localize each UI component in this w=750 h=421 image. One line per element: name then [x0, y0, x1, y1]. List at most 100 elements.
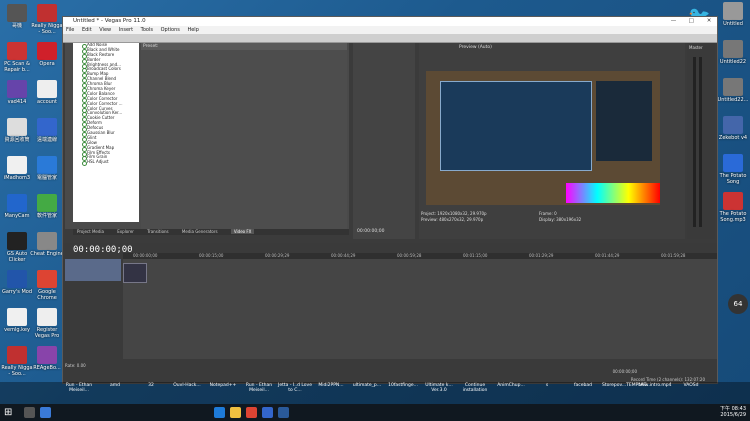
- desktop-icon[interactable]: Cheat Engine: [30, 232, 64, 257]
- app-icon: [7, 194, 27, 212]
- desktop-icon[interactable]: Opera: [30, 42, 64, 67]
- start-icon[interactable]: ⊞: [4, 407, 15, 418]
- store-icon[interactable]: [262, 407, 273, 418]
- ruler-tick: 00:00:15;00: [199, 253, 224, 258]
- chrome-icon[interactable]: [246, 407, 257, 418]
- app-icon: [7, 308, 27, 326]
- desktop-icon[interactable]: Google Chrome: [30, 270, 64, 301]
- edge-icon[interactable]: [214, 407, 225, 418]
- desktop-icon-label: Garry's Mod: [1, 289, 33, 295]
- title-bar: Untitled * - Vegas Pro 11.0 — □ ✕: [63, 17, 717, 26]
- desktop-icon-label: PC Scan & Repair b...: [4, 61, 30, 73]
- desktop-icon-label: Really Nigga - Soo...: [31, 23, 63, 35]
- desktop-icon[interactable]: 電腦管家: [30, 156, 64, 181]
- desktop-icon[interactable]: Zekebot v4: [716, 116, 750, 141]
- menu-tools[interactable]: Tools: [141, 27, 153, 33]
- tab-explorer[interactable]: Explorer: [117, 229, 134, 234]
- desktop-icon[interactable]: 哥機: [0, 4, 34, 29]
- desktop-icon[interactable]: 資源回收筒: [0, 118, 34, 143]
- thumb-item[interactable]: s: [530, 383, 564, 388]
- thumb-item[interactable]: amd: [98, 383, 132, 388]
- menu-help[interactable]: Help: [187, 27, 198, 33]
- menu-view[interactable]: View: [99, 27, 111, 33]
- clock-date: 2015/6/29: [720, 412, 746, 418]
- thumb-item[interactable]: Notepad++: [206, 383, 240, 388]
- menu-insert[interactable]: Insert: [119, 27, 133, 33]
- desktop-icon[interactable]: The Potato Song.mp3: [716, 192, 750, 223]
- desktop-icon[interactable]: PC Scan & Repair b...: [0, 42, 34, 73]
- desktop-icon[interactable]: 軟件管家: [30, 194, 64, 219]
- desktop-icon[interactable]: vemlg.key: [0, 308, 34, 333]
- thumb-item[interactable]: 32: [134, 383, 168, 388]
- thumb-item[interactable]: Run - Ethan Meiseil...: [242, 383, 276, 393]
- menu-bar: File Edit View Insert Tools Options Help: [63, 26, 717, 34]
- desktop-icon[interactable]: account: [30, 80, 64, 105]
- thumb-item[interactable]: Run - Ethan Meiseil...: [62, 383, 96, 393]
- desktop-icon[interactable]: iMadhom3: [0, 156, 34, 181]
- thumb-item[interactable]: ultimate_p...: [350, 383, 384, 388]
- thumb-item[interactable]: Midi2PPN...: [314, 383, 348, 388]
- tab-project-media[interactable]: Project Media: [77, 229, 104, 234]
- thumb-item[interactable]: Jetta - I..d Love to C...: [278, 383, 312, 393]
- desktop-icon-label: 軟件管家: [36, 213, 57, 219]
- tab-transitions[interactable]: Transitions: [147, 229, 168, 234]
- video-track-header[interactable]: [65, 259, 121, 281]
- desktop-icon[interactable]: Untitled: [716, 2, 750, 27]
- track-area[interactable]: [123, 259, 717, 359]
- minimize-button[interactable]: —: [666, 17, 682, 26]
- preview-quality[interactable]: Preview (Auto): [459, 45, 492, 50]
- desktop-icon[interactable]: Untitled22: [716, 40, 750, 65]
- desktop-icon[interactable]: Garry's Mod: [0, 270, 34, 295]
- app-icon: [37, 4, 57, 22]
- window-title: Untitled * - Vegas Pro 11.0: [73, 18, 146, 24]
- desktop-icon-label: iMadhom3: [3, 175, 31, 181]
- desktop-icon[interactable]: Register Vegas Pro: [30, 308, 64, 339]
- ruler-tick: 00:01:59;28: [661, 253, 686, 258]
- desktop-thumb-strip: Run - Ethan Meiseil... amd 32 Ouvl-Hack... N…: [0, 382, 750, 404]
- thumb-item[interactable]: VAOSd: [674, 383, 708, 388]
- app-icon: [7, 232, 27, 250]
- fx-item[interactable]: HSL Adjust: [73, 159, 139, 167]
- thumb-item[interactable]: Continue installation: [458, 383, 492, 393]
- system-clock[interactable]: 下午 08:43 2015/6/29: [720, 406, 746, 418]
- thumb-item[interactable]: Ultimate k... Ver.3.0: [422, 383, 456, 393]
- desktop-icon-label: Really Nigga - Soo...: [1, 365, 33, 377]
- search-icon[interactable]: [24, 407, 35, 418]
- desktop-icon-label: Untitled: [723, 21, 743, 27]
- menu-edit[interactable]: Edit: [82, 27, 92, 33]
- menu-options[interactable]: Options: [161, 27, 180, 33]
- desktop-icon-label: The Potato Song: [719, 173, 747, 185]
- desktop-icon[interactable]: ManyCam: [0, 194, 34, 219]
- desktop-icon-label: vad414: [7, 99, 27, 105]
- thumb-item[interactable]: 10fastfinge...: [386, 383, 420, 388]
- thumb-item[interactable]: facebad: [566, 383, 600, 388]
- desktop-icon[interactable]: The Potato Song: [716, 154, 750, 185]
- side-overlay-widget[interactable]: 64: [728, 294, 748, 314]
- thumb-item[interactable]: AnimChup...: [494, 383, 528, 388]
- preview-video-frame: [426, 71, 660, 205]
- vegas-task-icon[interactable]: [278, 407, 289, 418]
- video-fx-list[interactable]: Add Noise Black and White Black Restore Bor…: [73, 43, 139, 222]
- trimmer-timecode: 00:00:00;00: [357, 229, 385, 234]
- desktop-icon[interactable]: Really Nigga - Soo...: [0, 346, 34, 377]
- desktop-icon[interactable]: Untitled22...: [716, 78, 750, 103]
- desktop-icon[interactable]: vad414: [0, 80, 34, 105]
- tab-video-fx[interactable]: Video FX: [230, 229, 255, 234]
- desktop-icon[interactable]: 遠端連線: [30, 118, 64, 143]
- desktop-icon[interactable]: REAgeBo...: [30, 346, 64, 371]
- close-button[interactable]: ✕: [701, 17, 717, 26]
- thumb-item[interactable]: New intro.mp4: [638, 383, 672, 388]
- thumb-item[interactable]: Storepov...TEMPLAT...: [602, 383, 650, 388]
- explorer-icon[interactable]: [230, 407, 241, 418]
- desktop-icon-label: vemlg.key: [4, 327, 30, 333]
- tab-media-generators[interactable]: Media Generators: [182, 229, 218, 234]
- menu-file[interactable]: File: [66, 27, 74, 33]
- desktop-icon[interactable]: Really Nigga - Soo...: [30, 4, 64, 35]
- video-clip[interactable]: [123, 263, 147, 283]
- taskview-icon[interactable]: [40, 407, 51, 418]
- maximize-button[interactable]: □: [683, 17, 699, 26]
- thumb-item[interactable]: Ouvl-Hack...: [170, 383, 204, 388]
- ruler-tick: 00:00:44;29: [331, 253, 356, 258]
- desktop-icon-label: 哥機: [11, 23, 22, 29]
- desktop-icon[interactable]: GS Auto Clicker: [0, 232, 34, 263]
